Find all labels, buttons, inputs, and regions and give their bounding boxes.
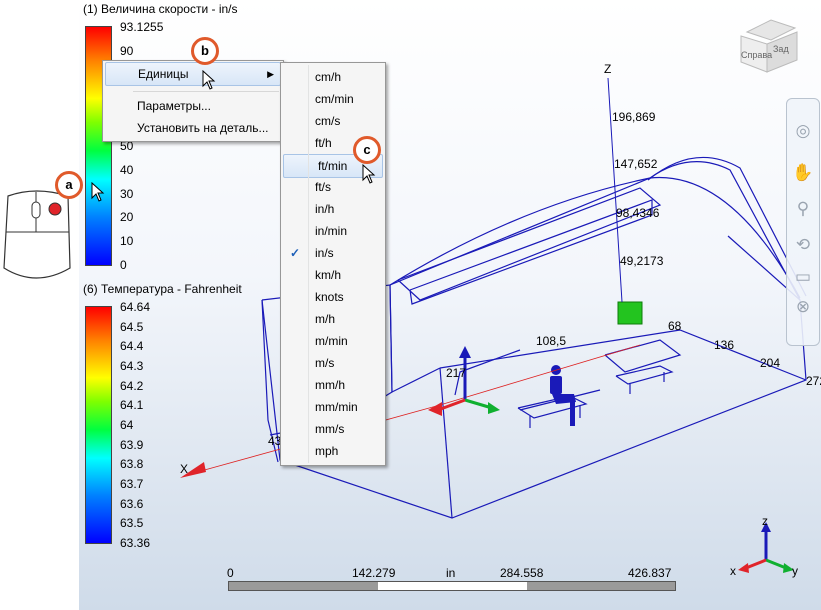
callout-b: b bbox=[191, 37, 219, 65]
units-item-label: ft/min bbox=[318, 159, 348, 173]
checkmark-icon: ✓ bbox=[290, 246, 301, 260]
units-item[interactable]: in/h bbox=[281, 198, 385, 220]
scale-bar bbox=[228, 581, 676, 591]
edge-tick: 108,5 bbox=[536, 334, 567, 348]
units-item[interactable]: m/min bbox=[281, 330, 385, 352]
units-item[interactable]: m/h bbox=[281, 308, 385, 330]
menu-item-set-on-part[interactable]: Установить на деталь... bbox=[103, 117, 283, 139]
units-item-label: m/h bbox=[315, 312, 336, 326]
edge-tick: 68 bbox=[668, 319, 682, 333]
cursor-arrow-icon bbox=[91, 182, 105, 202]
cursor-arrow-icon bbox=[202, 70, 216, 90]
menu-item-set-on-part-label: Установить на деталь... bbox=[137, 121, 269, 135]
z-tick: 98,4346 bbox=[616, 206, 660, 220]
scale-tick: 284.558 bbox=[500, 566, 544, 580]
units-item-label: in/h bbox=[315, 202, 335, 216]
units-item-label: mm/s bbox=[315, 422, 345, 436]
units-item-label: m/s bbox=[315, 356, 335, 370]
units-item[interactable]: knots bbox=[281, 286, 385, 308]
scale-tick: 0 bbox=[227, 566, 234, 580]
units-item[interactable]: mph bbox=[281, 440, 385, 462]
units-item-label: mph bbox=[315, 444, 339, 458]
units-item-label: ft/s bbox=[315, 180, 332, 194]
origin-triad bbox=[428, 346, 500, 416]
units-item[interactable]: km/h bbox=[281, 264, 385, 286]
z-tick: 196,869 bbox=[612, 110, 656, 124]
edge-tick: 217 bbox=[446, 366, 467, 380]
callout-a: a bbox=[55, 171, 83, 199]
z-tick: 147,652 bbox=[614, 157, 658, 171]
scale-unit: in bbox=[446, 566, 456, 580]
edge-tick: 136 bbox=[714, 338, 735, 352]
view-cube[interactable]: Справа Зад bbox=[737, 14, 799, 76]
orientation-triad-icon bbox=[738, 522, 794, 573]
z-tick: 49,2173 bbox=[620, 254, 664, 268]
triad-y-label: y bbox=[792, 564, 798, 578]
units-item-label: in/min bbox=[315, 224, 348, 238]
heater-block bbox=[617, 301, 643, 325]
edge-tick: 272 bbox=[806, 374, 821, 388]
units-item[interactable]: ✓ in/s bbox=[281, 242, 385, 264]
zoom-icon[interactable]: ⚲ bbox=[791, 197, 815, 221]
scale-tick: 142.279 bbox=[352, 566, 396, 580]
units-item[interactable]: cm/s bbox=[281, 110, 385, 132]
units-item-label: cm/min bbox=[315, 92, 354, 106]
units-item-label: m/min bbox=[315, 334, 348, 348]
units-submenu: cm/h cm/min cm/s ft/h ft/min ft/s in/h in/min ✓ i… bbox=[280, 62, 386, 466]
units-item-label: ft/h bbox=[315, 136, 332, 150]
units-item-label: km/h bbox=[315, 268, 342, 282]
units-item[interactable]: mm/min bbox=[281, 396, 385, 418]
scale-tick: 426.837 bbox=[628, 566, 672, 580]
units-item-label: mm/h bbox=[315, 378, 345, 392]
walk-icon[interactable]: ⊗ bbox=[791, 295, 815, 319]
view-cube-face-back[interactable]: Зад bbox=[773, 44, 789, 54]
triad-z-label: z bbox=[762, 514, 768, 528]
pan-icon[interactable]: ✋ bbox=[791, 161, 815, 185]
units-item[interactable]: m/s bbox=[281, 352, 385, 374]
units-item[interactable]: cm/h bbox=[281, 66, 385, 88]
units-item[interactable]: cm/min bbox=[281, 88, 385, 110]
units-item-label: cm/s bbox=[315, 114, 341, 128]
units-item[interactable]: in/min bbox=[281, 220, 385, 242]
menu-gutter-line bbox=[308, 65, 309, 463]
look-icon[interactable]: ▭ bbox=[791, 265, 815, 289]
menu-separator bbox=[133, 91, 279, 92]
view-cube-face-right[interactable]: Справа bbox=[741, 50, 772, 60]
steering-wheel-icon[interactable]: ◎ bbox=[791, 119, 815, 143]
context-menu: Единицы ▶ Параметры... Установить на дет… bbox=[102, 60, 284, 142]
orbit-icon[interactable]: ⟲ bbox=[791, 233, 815, 257]
units-item-label: cm/h bbox=[315, 70, 342, 84]
triad-x-label: x bbox=[730, 564, 736, 578]
navigation-bar: ◎ ✋ ⚲ ⟲ ▭ ⊗ bbox=[786, 98, 820, 346]
menu-item-units[interactable]: Единицы ▶ bbox=[105, 62, 281, 86]
menu-item-parameters-label: Параметры... bbox=[137, 99, 211, 113]
x-axis-label: X bbox=[180, 462, 189, 476]
bench bbox=[517, 365, 674, 428]
z-axis-label: Z bbox=[604, 62, 612, 76]
menu-item-parameters[interactable]: Параметры... bbox=[103, 95, 283, 117]
units-item[interactable]: mm/s bbox=[281, 418, 385, 440]
callout-c: c bbox=[353, 136, 381, 164]
units-item-label: in/s bbox=[315, 246, 334, 260]
submenu-arrow-icon: ▶ bbox=[267, 69, 274, 79]
menu-item-units-label: Единицы bbox=[138, 67, 189, 81]
person-figure bbox=[550, 365, 576, 426]
units-item-label: knots bbox=[315, 290, 344, 304]
edge-tick: 204 bbox=[760, 356, 781, 370]
units-item-label: mm/min bbox=[315, 400, 358, 414]
cursor-arrow-icon bbox=[362, 164, 376, 184]
units-item[interactable]: mm/h bbox=[281, 374, 385, 396]
